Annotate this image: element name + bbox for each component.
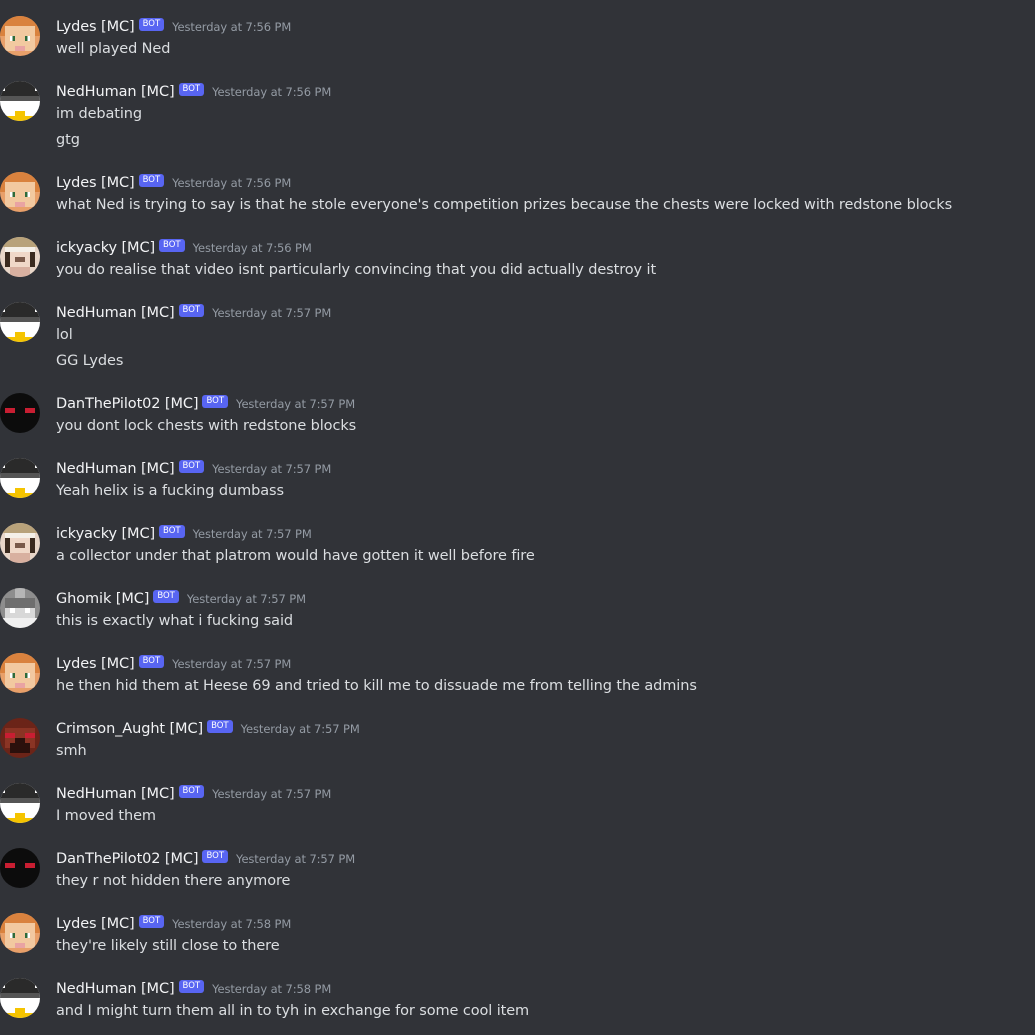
bot-tag: BOT — [178, 82, 205, 96]
timestamp[interactable]: Yesterday at 7:57 PM — [236, 852, 355, 866]
username[interactable]: Lydes [MC] — [56, 19, 135, 35]
username[interactable]: DanThePilot02 [MC] — [56, 396, 199, 412]
message-header: Lydes [MC] BOT Yesterday at 7:56 PM — [56, 172, 291, 194]
timestamp[interactable]: Yesterday at 7:57 PM — [241, 722, 360, 736]
message-header: DanThePilot02 [MC] BOT Yesterday at 7:57 P… — [56, 848, 355, 870]
timestamp[interactable]: Yesterday at 7:56 PM — [212, 85, 331, 99]
message-text: and I might turn them all in to tyh in e… — [56, 1003, 530, 1019]
bot-tag: BOT — [159, 238, 185, 252]
bot-tag: BOT — [207, 719, 233, 733]
message-text: this is exactly what i fucking said — [56, 613, 294, 629]
bot-tag: BOT — [138, 17, 165, 31]
avatar[interactable] — [0, 523, 40, 563]
message-text: they r not hidden there anymore — [56, 873, 291, 889]
avatar[interactable] — [0, 458, 40, 498]
message-text: you dont lock chests with redstone block… — [56, 418, 357, 434]
timestamp[interactable]: Yesterday at 7:57 PM — [212, 462, 331, 476]
avatar[interactable] — [0, 172, 40, 212]
message-text: what Ned is trying to say is that he sto… — [56, 197, 953, 213]
avatar[interactable] — [0, 393, 40, 433]
bot-tag: BOT — [153, 589, 179, 603]
username[interactable]: NedHuman [MC] — [56, 461, 175, 477]
message-text: smh — [56, 743, 87, 759]
message-text: Yeah helix is a fucking dumbass — [56, 483, 284, 499]
bot-tag: BOT — [202, 394, 229, 408]
message-header: NedHuman [MC] BOT Yesterday at 7:57 PM — [56, 458, 331, 480]
message-header: NedHuman [MC] BOT Yesterday at 7:58 PM — [56, 978, 331, 1000]
message-list[interactable]: Lydes [MC] BOT Yesterday at 7:56 PM well pl… — [0, 0, 1035, 1035]
avatar[interactable] — [0, 81, 40, 121]
username[interactable]: NedHuman [MC] — [56, 981, 175, 997]
username[interactable]: Crimson_Aught [MC] — [56, 721, 203, 737]
bot-tag: BOT — [159, 524, 185, 538]
message-text: GG Lydes — [56, 353, 124, 369]
message-text: he then hid them at Heese 69 and tried t… — [56, 678, 697, 694]
bot-tag: BOT — [178, 979, 205, 993]
timestamp[interactable]: Yesterday at 7:58 PM — [172, 917, 291, 931]
bot-tag: BOT — [138, 914, 165, 928]
message-header: ickyacky [MC] BOT Yesterday at 7:57 PM — [56, 523, 312, 545]
message-header: NedHuman [MC] BOT Yesterday at 7:57 PM — [56, 302, 331, 324]
message-text: I moved them — [56, 808, 156, 824]
message-text: a collector under that platrom would hav… — [56, 548, 535, 564]
avatar[interactable] — [0, 588, 40, 628]
username[interactable]: NedHuman [MC] — [56, 84, 175, 100]
message-header: NedHuman [MC] BOT Yesterday at 7:56 PM — [56, 81, 331, 103]
avatar[interactable] — [0, 783, 40, 823]
message-text: you do realise that video isnt particula… — [56, 262, 657, 278]
username[interactable]: Lydes [MC] — [56, 916, 135, 932]
username[interactable]: DanThePilot02 [MC] — [56, 851, 199, 867]
username[interactable]: NedHuman [MC] — [56, 305, 175, 321]
timestamp[interactable]: Yesterday at 7:57 PM — [212, 306, 331, 320]
avatar[interactable] — [0, 848, 40, 888]
bot-tag: BOT — [138, 173, 165, 187]
username[interactable]: Ghomik [MC] — [56, 591, 149, 607]
timestamp[interactable]: Yesterday at 7:56 PM — [193, 241, 312, 255]
timestamp[interactable]: Yesterday at 7:57 PM — [236, 397, 355, 411]
message-text: lol — [56, 327, 73, 343]
message-text: im debating — [56, 106, 142, 122]
bot-tag: BOT — [178, 459, 205, 473]
bot-tag: BOT — [202, 849, 229, 863]
message-text: gtg — [56, 132, 80, 148]
username[interactable]: Lydes [MC] — [56, 175, 135, 191]
message-header: NedHuman [MC] BOT Yesterday at 7:57 PM — [56, 783, 331, 805]
message-header: Crimson_Aught [MC] BOT Yesterday at 7:57 P… — [56, 718, 360, 740]
username[interactable]: ickyacky [MC] — [56, 240, 155, 256]
username[interactable]: Lydes [MC] — [56, 656, 135, 672]
timestamp[interactable]: Yesterday at 7:58 PM — [212, 982, 331, 996]
timestamp[interactable]: Yesterday at 7:57 PM — [187, 592, 306, 606]
message-header: Lydes [MC] BOT Yesterday at 7:56 PM — [56, 16, 291, 38]
username[interactable]: NedHuman [MC] — [56, 786, 175, 802]
avatar[interactable] — [0, 653, 40, 693]
avatar[interactable] — [0, 16, 40, 56]
message-header: Ghomik [MC] BOT Yesterday at 7:57 PM — [56, 588, 306, 610]
bot-tag: BOT — [138, 654, 165, 668]
message-header: Lydes [MC] BOT Yesterday at 7:57 PM — [56, 653, 291, 675]
username[interactable]: ickyacky [MC] — [56, 526, 155, 542]
bot-tag: BOT — [178, 303, 205, 317]
avatar[interactable] — [0, 718, 40, 758]
avatar[interactable] — [0, 237, 40, 277]
message-header: DanThePilot02 [MC] BOT Yesterday at 7:57 P… — [56, 393, 355, 415]
timestamp[interactable]: Yesterday at 7:57 PM — [172, 657, 291, 671]
bot-tag: BOT — [178, 784, 205, 798]
timestamp[interactable]: Yesterday at 7:56 PM — [172, 176, 291, 190]
timestamp[interactable]: Yesterday at 7:57 PM — [212, 787, 331, 801]
timestamp[interactable]: Yesterday at 7:56 PM — [172, 20, 291, 34]
message-text: they're likely still close to there — [56, 938, 280, 954]
timestamp[interactable]: Yesterday at 7:57 PM — [193, 527, 312, 541]
avatar[interactable] — [0, 302, 40, 342]
message-header: ickyacky [MC] BOT Yesterday at 7:56 PM — [56, 237, 312, 259]
message-header: Lydes [MC] BOT Yesterday at 7:58 PM — [56, 913, 291, 935]
avatar[interactable] — [0, 978, 40, 1018]
message-text: well played Ned — [56, 41, 171, 57]
avatar[interactable] — [0, 913, 40, 953]
